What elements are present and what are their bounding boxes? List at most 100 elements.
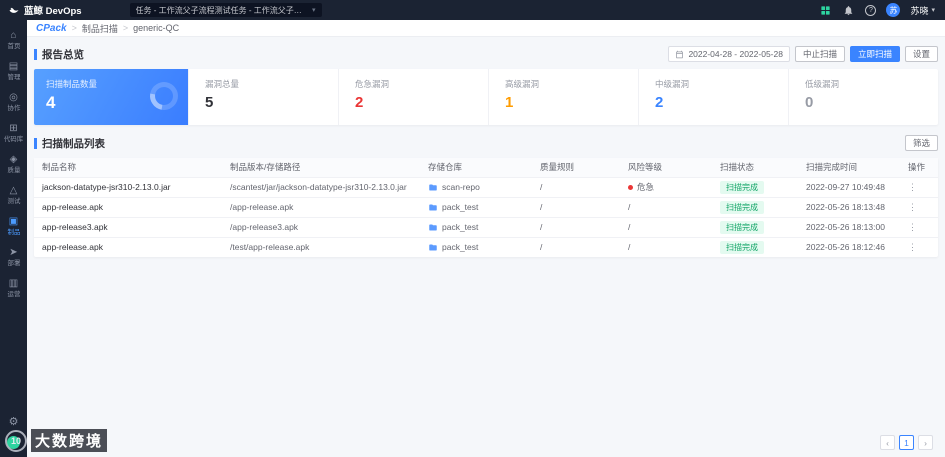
sidebar-item-label: 管理: [7, 74, 20, 81]
artifact-name[interactable]: app-release3.apk: [34, 217, 222, 238]
calendar-icon: [676, 50, 684, 58]
artifact-name[interactable]: app-release.apk: [34, 197, 222, 218]
more-actions-icon[interactable]: ⋮: [908, 242, 917, 252]
breadcrumb-item-plan[interactable]: generic-QC: [133, 23, 179, 33]
sidebar-item-label: 首页: [7, 43, 20, 50]
artifact-name[interactable]: jackson-datatype-jsr310-2.13.0.jar: [34, 177, 222, 198]
breadcrumb-item-scan[interactable]: 制品扫描: [82, 22, 118, 35]
stat-card-critical-vulns[interactable]: 危急漏洞 2: [338, 69, 488, 125]
overview-controls: 2022-04-28 - 2022-05-28 中止扫描 立即扫描 设置: [668, 46, 938, 62]
gear-icon[interactable]: ⚙: [9, 415, 19, 428]
stat-card-high-vulns[interactable]: 高级漏洞 1: [488, 69, 638, 125]
topbar: 蓝鲸 DevOps 任务 - 工作流父子流程测试任务 - 工作流父子流程演...…: [0, 0, 945, 20]
quality-rule: /: [540, 242, 543, 252]
home-icon: ⌂: [10, 30, 17, 41]
filter-button[interactable]: 筛选: [904, 135, 938, 151]
stat-card-label: 漏洞总量: [205, 79, 240, 89]
overview-cards: 扫描制品数量 4 漏洞总量 5 危急漏洞 2 高级漏洞 1 中级漏洞 2 低级漏…: [34, 69, 938, 125]
sidebar-item-quality[interactable]: ◈ 质量: [0, 150, 27, 181]
help-icon[interactable]: ?: [865, 4, 877, 16]
artifact-name[interactable]: app-release.apk: [34, 237, 222, 257]
col-finish-time: 扫描完成时间: [798, 158, 900, 178]
sidebar-item-label: 协作: [7, 105, 20, 112]
breadcrumb-app-cpack[interactable]: CPack: [36, 23, 67, 34]
sidebar-item-label: 质量: [7, 167, 20, 174]
overview-title: 报告总览: [42, 48, 84, 61]
page-body: 报告总览 2022-04-28 - 2022-05-28 中止扫描 立即扫描 设…: [27, 37, 945, 257]
scan-status-cell: 扫描完成: [712, 197, 798, 218]
repo-cell: scan-repo: [428, 178, 524, 197]
list-header: 扫描制品列表 筛选: [34, 134, 938, 152]
deploy-icon: ➤: [9, 247, 18, 258]
breadcrumb-separator: >: [71, 23, 77, 33]
date-range-picker[interactable]: 2022-04-28 - 2022-05-28: [668, 46, 790, 62]
bell-icon[interactable]: [842, 4, 855, 17]
status-badge: 扫描完成: [720, 220, 764, 234]
quality-icon: ◈: [9, 154, 18, 165]
sidebar-item-collaborate[interactable]: ◎ 协作: [0, 88, 27, 119]
sidebar-item-artifact[interactable]: ▣ 制品: [0, 212, 27, 243]
artifact-icon: ▣: [8, 216, 19, 227]
sidebar-item-manage[interactable]: ▤ 管理: [0, 57, 27, 88]
repo-name: scan-repo: [442, 182, 480, 192]
artifact-path: /test/app-release.apk: [230, 242, 310, 252]
repo-cell: pack_test: [428, 218, 524, 237]
sidebar-item-home[interactable]: ⌂ 首页: [0, 26, 27, 57]
repo-cell: pack_test: [428, 238, 524, 257]
user-menu[interactable]: 苏晓 ▾: [910, 4, 935, 17]
stat-card-value: 1: [505, 94, 514, 111]
breadcrumb-separator: >: [122, 23, 129, 33]
apps-icon[interactable]: [819, 4, 832, 17]
table-row: app-release.apk /app-release.apk pack_te…: [34, 197, 938, 218]
risk-dot-icon: [628, 185, 633, 191]
operate-icon: ▥: [8, 278, 19, 289]
sidebar-item-label: 部署: [7, 260, 20, 267]
repo-cell: pack_test: [428, 198, 524, 217]
sidebar: ⌂ 首页 ▤ 管理 ◎ 协作 ⊞ 代码库 ◈ 质量 △ 测试 ▣ 制品 ➤ 部署: [0, 20, 27, 457]
main-content: CPack > 制品扫描 > generic-QC 报告总览 2022-04-2…: [27, 20, 945, 457]
app-logo-text: 蓝鲸 DevOps: [24, 6, 82, 17]
breadcrumb: CPack > 制品扫描 > generic-QC: [27, 20, 945, 37]
task-selector[interactable]: 任务 - 工作流父子流程测试任务 - 工作流父子流程演... ▾: [129, 3, 322, 17]
help-avatar-icon[interactable]: [7, 436, 20, 449]
sidebar-item-deploy[interactable]: ➤ 部署: [0, 243, 27, 274]
user-name: 苏晓: [910, 5, 929, 16]
more-actions-icon[interactable]: ⋮: [908, 202, 917, 212]
section-accent-bar: [34, 48, 37, 60]
finish-time: 2022-09-27 10:49:48: [798, 177, 900, 198]
stat-card-total-vulns[interactable]: 漏洞总量 5: [188, 69, 338, 125]
sidebar-item-operate[interactable]: ▥ 运营: [0, 274, 27, 305]
overview-header: 报告总览 2022-04-28 - 2022-05-28 中止扫描 立即扫描 设…: [34, 45, 938, 63]
risk-level: /: [628, 242, 631, 252]
folder-icon: [429, 184, 437, 190]
repo-name: pack_test: [442, 242, 479, 252]
user-avatar[interactable]: 苏: [886, 3, 901, 17]
scan-now-button[interactable]: 立即扫描: [849, 46, 900, 62]
manage-icon: ▤: [8, 61, 19, 72]
more-actions-icon[interactable]: ⋮: [908, 182, 917, 192]
sidebar-item-test[interactable]: △ 测试: [0, 181, 27, 212]
next-page-button[interactable]: ›: [918, 435, 933, 450]
section-accent-bar: [34, 137, 37, 149]
settings-button[interactable]: 设置: [904, 46, 938, 62]
stat-card-medium-vulns[interactable]: 中级漏洞 2: [638, 69, 788, 125]
prev-page-button[interactable]: ‹: [880, 435, 895, 450]
page-number[interactable]: 1: [899, 435, 914, 450]
scan-status-cell: 扫描完成: [712, 237, 798, 257]
list-title: 扫描制品列表: [42, 137, 105, 150]
stat-card-scanned-count[interactable]: 扫描制品数量 4: [34, 69, 188, 125]
collaborate-icon: ◎: [9, 92, 18, 103]
sidebar-bottom: ⚙: [7, 415, 20, 457]
date-range-value: 2022-04-28 - 2022-05-28: [688, 49, 783, 59]
chevron-down-icon: ▾: [312, 7, 316, 14]
more-actions-icon[interactable]: ⋮: [908, 222, 917, 232]
overview-title-wrap: 报告总览: [34, 47, 84, 62]
col-quality-rule: 质量规则: [532, 158, 620, 178]
stop-scan-button[interactable]: 中止扫描: [794, 46, 845, 62]
finish-time: 2022-05-26 18:13:48: [798, 197, 900, 218]
sidebar-item-code-repo[interactable]: ⊞ 代码库: [0, 119, 27, 150]
risk-level: /: [620, 217, 712, 238]
stat-card-low-vulns[interactable]: 低级漏洞 0: [788, 69, 938, 125]
artifact-path: /app-release3.apk: [222, 217, 420, 238]
table-header-row: 制品名称 制品版本/存储路径 存储仓库 质量规则 风险等级 扫描状态 扫描完成时…: [34, 158, 938, 178]
